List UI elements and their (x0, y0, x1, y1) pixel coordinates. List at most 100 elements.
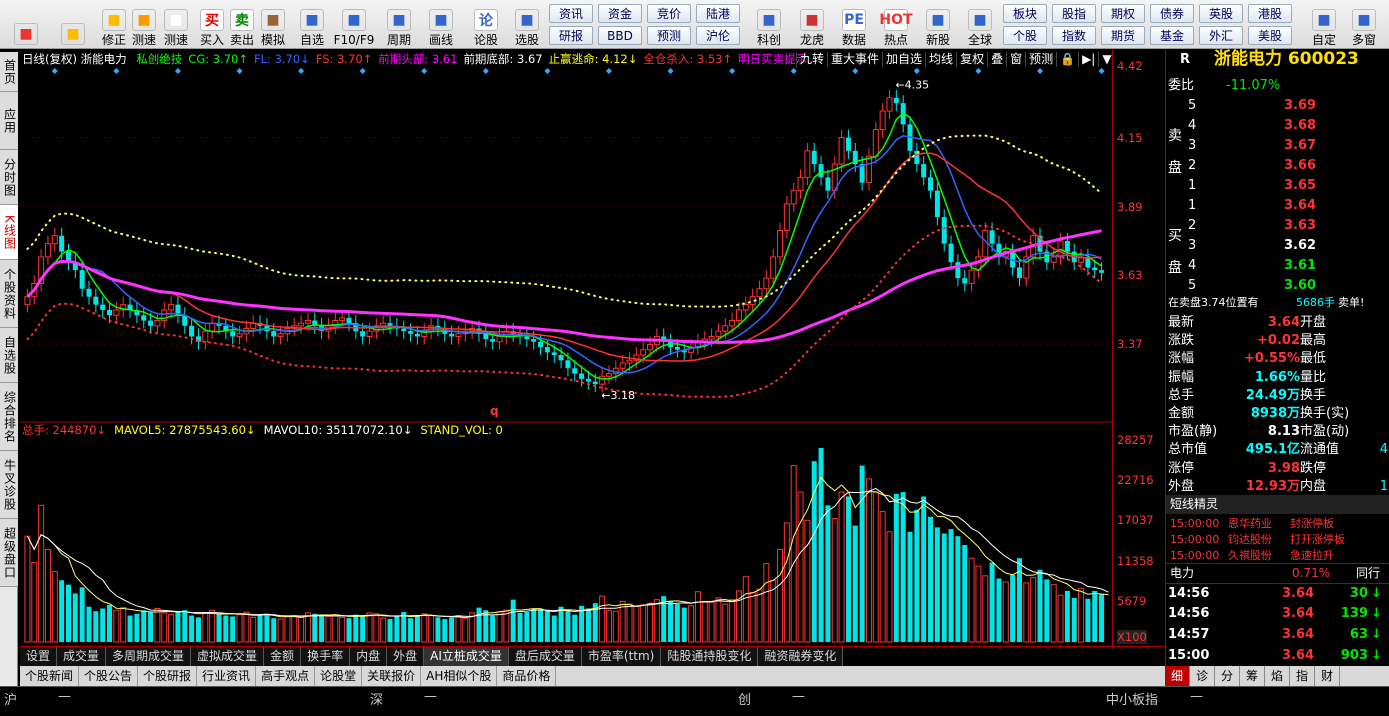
chart-button-6[interactable]: 窗 (1006, 52, 1025, 67)
news-tab-8[interactable]: 商品价格 (497, 666, 557, 686)
toolbar-button-7[interactable]: ■ 模拟 (255, 3, 291, 47)
toolbar-link-7[interactable]: 沪伦 (696, 26, 740, 45)
toolbar-button-18[interactable]: ■ 新股 (920, 3, 956, 47)
toolbar-button-4[interactable]: ■ 测速 (158, 3, 194, 47)
candle[interactable] (483, 325, 489, 348)
buy-price[interactable]: 3.61 (1284, 256, 1316, 275)
candle[interactable] (209, 315, 216, 340)
news-tab-6[interactable]: 关联报价 (362, 666, 422, 686)
indicator-tab-2[interactable]: 多周期成交量 (106, 647, 192, 666)
toolbar-link-11[interactable]: 指数 (1052, 26, 1096, 45)
news-tab-5[interactable]: 论股堂 (315, 666, 363, 686)
indicator-tab-6[interactable]: 内盘 (350, 647, 388, 666)
left-tab-4[interactable]: 个股资料 (0, 260, 18, 328)
toolbar-button-16[interactable]: PE 数据 (836, 3, 872, 47)
toolbar-button-15[interactable]: ■ 龙虎 (794, 3, 830, 47)
candle[interactable] (962, 270, 968, 292)
toolbar-button-0[interactable]: ■ (8, 3, 44, 47)
sell-price[interactable]: 3.68 (1284, 116, 1316, 135)
cy-index-label[interactable]: 创 (738, 689, 751, 708)
quote-tab-2[interactable]: 分 (1215, 666, 1240, 686)
toolbar-link-8[interactable]: 板块 (1003, 4, 1047, 23)
toolbar-button-11[interactable]: ■ 画线 (423, 3, 459, 47)
sell-price[interactable]: 3.67 (1284, 136, 1316, 155)
candle[interactable] (928, 169, 934, 199)
sell-price[interactable]: 3.65 (1284, 176, 1316, 195)
quote-tab-3[interactable]: 筹 (1240, 666, 1265, 686)
candle[interactable] (72, 254, 78, 279)
candle[interactable] (694, 333, 701, 356)
toolbar-link-14[interactable]: 债券 (1150, 4, 1194, 23)
chart-button-5[interactable]: 叠 (987, 52, 1006, 67)
zx-index-label[interactable]: 中小板指 (1106, 689, 1158, 708)
candle[interactable] (777, 222, 784, 265)
toolbar-link-9[interactable]: 个股 (1003, 26, 1047, 45)
event-marker[interactable] (605, 68, 612, 74)
event-marker[interactable] (51, 68, 58, 74)
indicator-tab-9[interactable]: 盘后成交量 (508, 647, 582, 666)
candle[interactable] (113, 301, 120, 324)
left-tab-6[interactable]: 综合排名 (0, 383, 18, 451)
toolbar-link-1[interactable]: 研报 (549, 26, 593, 45)
event-marker[interactable] (1037, 68, 1044, 74)
kline-chart-svg[interactable]: ←4.35 ←3.18 q (20, 50, 1112, 646)
candle[interactable] (195, 328, 201, 350)
left-tab-8[interactable]: 超级盘口 (0, 519, 18, 587)
candle[interactable] (797, 169, 804, 199)
candle[interactable] (804, 142, 811, 186)
left-tab-3[interactable]: K线图 (0, 205, 18, 260)
candle[interactable] (182, 307, 188, 334)
event-marker[interactable] (174, 68, 181, 74)
candle[interactable] (921, 156, 927, 186)
candle[interactable] (941, 209, 947, 252)
candle[interactable] (168, 296, 175, 318)
candle[interactable] (421, 323, 428, 345)
news-tab-4[interactable]: 高手观点 (256, 666, 316, 686)
candle[interactable] (955, 254, 961, 287)
toolbar-link-17[interactable]: 外汇 (1199, 26, 1243, 45)
candle[interactable] (879, 103, 886, 138)
event-marker[interactable] (113, 68, 120, 74)
event-marker[interactable] (975, 68, 982, 74)
toolbar-button-12[interactable]: 论论股 (468, 3, 504, 47)
candle[interactable] (332, 312, 339, 334)
news-tab-7[interactable]: AH相似个股 (421, 666, 498, 686)
candle[interactable] (790, 182, 797, 212)
candle[interactable] (100, 296, 106, 318)
candle[interactable] (914, 142, 920, 173)
buy-price[interactable]: 3.64 (1284, 196, 1316, 215)
candle[interactable] (934, 182, 940, 226)
candle[interactable] (845, 129, 851, 159)
candle[interactable] (380, 315, 387, 334)
sector-name[interactable]: 电力 (1170, 564, 1194, 583)
candle[interactable] (811, 142, 817, 173)
candle[interactable] (250, 315, 257, 337)
toolbar-link-2[interactable]: 资金 (598, 4, 642, 23)
chart-button-4[interactable]: 复权 (956, 52, 987, 67)
news-tab-3[interactable]: 行业资讯 (197, 666, 257, 686)
candle[interactable] (277, 325, 284, 345)
toolbar-button-21[interactable]: ■ 多窗 (1346, 3, 1382, 47)
quote-tab-6[interactable]: 财 (1315, 666, 1340, 686)
indicator-tab-0[interactable]: 设置 (20, 647, 58, 666)
candle[interactable] (38, 248, 45, 292)
candle[interactable] (886, 89, 893, 120)
toolbar-button-9[interactable]: ■ F10/F9 (334, 3, 374, 47)
toolbar-link-19[interactable]: 美股 (1248, 26, 1292, 45)
chart-button-8[interactable]: 🔒 (1056, 52, 1078, 67)
toolbar-link-10[interactable]: 股指 (1052, 4, 1096, 23)
chart-button-9[interactable]: ▶| (1078, 52, 1098, 67)
toolbar-link-16[interactable]: 英股 (1199, 4, 1243, 23)
indicator-tab-5[interactable]: 换手率 (301, 647, 351, 666)
candle[interactable] (141, 307, 147, 329)
toolbar-button-17[interactable]: HOT 热点 (878, 3, 914, 47)
candle[interactable] (865, 148, 872, 191)
indicator-tab-3[interactable]: 虚拟成交量 (191, 647, 265, 666)
chart-button-1[interactable]: 重大事件 (827, 52, 882, 67)
sell-price[interactable]: 3.69 (1284, 96, 1316, 115)
chart-button-0[interactable]: 九转 (796, 52, 827, 67)
toolbar-button-10[interactable]: ■ 周期 (381, 3, 417, 47)
sh-index-label[interactable]: 沪 (4, 689, 17, 708)
left-tab-2[interactable]: 分时图 (0, 150, 18, 205)
toolbar-button-13[interactable]: ■ 选股 (509, 3, 545, 47)
